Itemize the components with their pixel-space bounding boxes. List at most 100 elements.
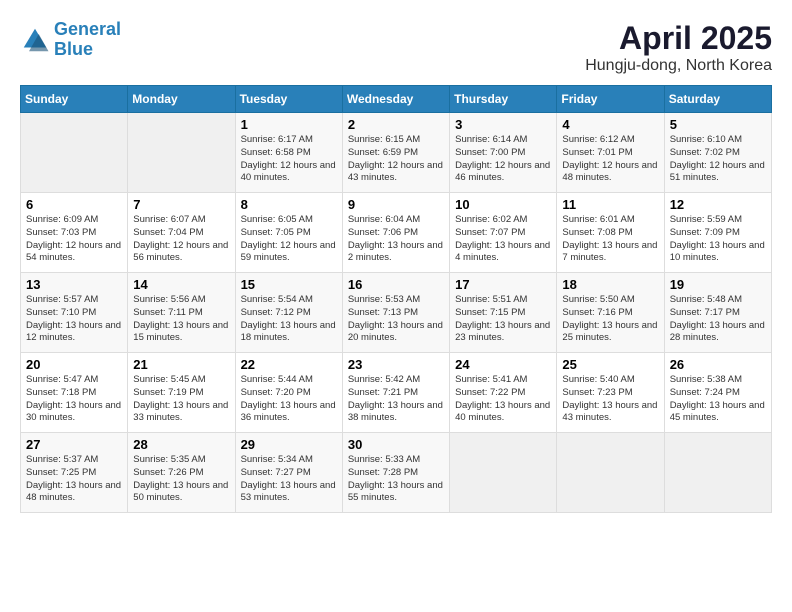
logo-line2: Blue [54,39,93,59]
day-info: Sunrise: 5:47 AMSunset: 7:18 PMDaylight:… [26,374,122,425]
day-info: Sunrise: 5:34 AMSunset: 7:27 PMDaylight:… [241,454,337,505]
calendar-cell: 26Sunrise: 5:38 AMSunset: 7:24 PMDayligh… [664,353,771,433]
calendar-header-row: SundayMondayTuesdayWednesdayThursdayFrid… [21,86,772,113]
day-number: 14 [133,277,229,292]
calendar-cell: 23Sunrise: 5:42 AMSunset: 7:21 PMDayligh… [342,353,449,433]
day-info: Sunrise: 5:56 AMSunset: 7:11 PMDaylight:… [133,294,229,345]
calendar-cell: 9 Sunrise: 6:04 AMSunset: 7:06 PMDaylight… [342,193,449,273]
calendar-week-row: 13 Sunrise: 5:57 AMSunset: 7:10 PMDayligh… [21,273,772,353]
day-info: Sunrise: 6:09 AMSunset: 7:03 PMDaylight:… [26,214,122,265]
day-info: Sunrise: 5:48 AMSunset: 7:17 PMDaylight:… [670,294,766,345]
day-info: Sunrise: 5:59 AMSunset: 7:09 PMDaylight:… [670,214,766,265]
day-number: 19 [670,277,766,292]
day-info: Sunrise: 5:33 AMSunset: 7:28 PMDaylight:… [348,454,444,505]
day-info: Sunrise: 6:07 AMSunset: 7:04 PMDaylight:… [133,214,229,265]
logo-line1: General [54,19,121,39]
day-number: 10 [455,197,551,212]
day-info: Sunrise: 5:45 AMSunset: 7:19 PMDaylight:… [133,374,229,425]
calendar-cell [128,113,235,193]
calendar-cell [664,433,771,513]
calendar-cell: 6 Sunrise: 6:09 AMSunset: 7:03 PMDaylight… [21,193,128,273]
day-info: Sunrise: 6:14 AMSunset: 7:00 PMDaylight:… [455,134,551,185]
calendar-cell: 5 Sunrise: 6:10 AMSunset: 7:02 PMDaylight… [664,113,771,193]
day-number: 8 [241,197,337,212]
day-number: 1 [241,117,337,132]
day-info: Sunrise: 6:04 AMSunset: 7:06 PMDaylight:… [348,214,444,265]
day-number: 5 [670,117,766,132]
calendar-table: SundayMondayTuesdayWednesdayThursdayFrid… [20,85,772,513]
calendar-week-row: 20 Sunrise: 5:47 AMSunset: 7:18 PMDayligh… [21,353,772,433]
page-header: General Blue April 2025 Hungju-dong, Nor… [20,20,772,75]
day-number: 29 [241,437,337,452]
calendar-cell: 13 Sunrise: 5:57 AMSunset: 7:10 PMDayligh… [21,273,128,353]
weekday-header: Thursday [450,86,557,113]
day-info: Sunrise: 6:12 AMSunset: 7:01 PMDaylight:… [562,134,658,185]
calendar-cell: 16Sunrise: 5:53 AMSunset: 7:13 PMDayligh… [342,273,449,353]
day-number: 15 [241,277,337,292]
day-number: 26 [670,357,766,372]
day-info: Sunrise: 5:50 AMSunset: 7:16 PMDaylight:… [562,294,658,345]
weekday-header: Monday [128,86,235,113]
calendar-cell: 18 Sunrise: 5:50 AMSunset: 7:16 PMDayligh… [557,273,664,353]
calendar-cell: 7 Sunrise: 6:07 AMSunset: 7:04 PMDaylight… [128,193,235,273]
calendar-cell: 17 Sunrise: 5:51 AMSunset: 7:15 PMDayligh… [450,273,557,353]
calendar-cell: 10 Sunrise: 6:02 AMSunset: 7:07 PMDayligh… [450,193,557,273]
day-number: 28 [133,437,229,452]
calendar-cell: 28 Sunrise: 5:35 AMSunset: 7:26 PMDayligh… [128,433,235,513]
weekday-header: Friday [557,86,664,113]
calendar-cell: 30 Sunrise: 5:33 AMSunset: 7:28 PMDayligh… [342,433,449,513]
day-info: Sunrise: 5:35 AMSunset: 7:26 PMDaylight:… [133,454,229,505]
day-info: Sunrise: 5:51 AMSunset: 7:15 PMDaylight:… [455,294,551,345]
day-number: 21 [133,357,229,372]
day-info: Sunrise: 6:17 AMSunset: 6:58 PMDaylight:… [241,134,337,185]
day-info: Sunrise: 6:02 AMSunset: 7:07 PMDaylight:… [455,214,551,265]
day-info: Sunrise: 6:15 AMSunset: 6:59 PMDaylight:… [348,134,444,185]
day-number: 18 [562,277,658,292]
calendar-cell: 14 Sunrise: 5:56 AMSunset: 7:11 PMDayligh… [128,273,235,353]
day-info: Sunrise: 5:37 AMSunset: 7:25 PMDaylight:… [26,454,122,505]
calendar-cell: 1 Sunrise: 6:17 AMSunset: 6:58 PMDaylight… [235,113,342,193]
day-info: Sunrise: 5:57 AMSunset: 7:10 PMDaylight:… [26,294,122,345]
day-number: 2 [348,117,444,132]
day-number: 30 [348,437,444,452]
day-number: 13 [26,277,122,292]
calendar-cell: 8Sunrise: 6:05 AMSunset: 7:05 PMDaylight… [235,193,342,273]
calendar-cell: 27 Sunrise: 5:37 AMSunset: 7:25 PMDayligh… [21,433,128,513]
calendar-cell: 3Sunrise: 6:14 AMSunset: 7:00 PMDaylight… [450,113,557,193]
day-number: 23 [348,357,444,372]
day-number: 7 [133,197,229,212]
calendar-week-row: 6 Sunrise: 6:09 AMSunset: 7:03 PMDaylight… [21,193,772,273]
calendar-cell: 29 Sunrise: 5:34 AMSunset: 7:27 PMDayligh… [235,433,342,513]
day-number: 22 [241,357,337,372]
calendar-cell: 4Sunrise: 6:12 AMSunset: 7:01 PMDaylight… [557,113,664,193]
title-block: April 2025 Hungju-dong, North Korea [585,20,772,75]
day-number: 6 [26,197,122,212]
day-info: Sunrise: 5:53 AMSunset: 7:13 PMDaylight:… [348,294,444,345]
weekday-header: Sunday [21,86,128,113]
day-number: 27 [26,437,122,452]
day-number: 25 [562,357,658,372]
day-info: Sunrise: 5:40 AMSunset: 7:23 PMDaylight:… [562,374,658,425]
day-info: Sunrise: 6:01 AMSunset: 7:08 PMDaylight:… [562,214,658,265]
calendar-cell: 21 Sunrise: 5:45 AMSunset: 7:19 PMDayligh… [128,353,235,433]
calendar-cell [21,113,128,193]
day-number: 11 [562,197,658,212]
logo-icon [20,25,50,55]
calendar-week-row: 1 Sunrise: 6:17 AMSunset: 6:58 PMDaylight… [21,113,772,193]
day-number: 20 [26,357,122,372]
day-number: 9 [348,197,444,212]
calendar-cell: 25 Sunrise: 5:40 AMSunset: 7:23 PMDayligh… [557,353,664,433]
calendar-week-row: 27 Sunrise: 5:37 AMSunset: 7:25 PMDayligh… [21,433,772,513]
calendar-cell: 12 Sunrise: 5:59 AMSunset: 7:09 PMDayligh… [664,193,771,273]
day-number: 17 [455,277,551,292]
day-number: 12 [670,197,766,212]
day-info: Sunrise: 5:54 AMSunset: 7:12 PMDaylight:… [241,294,337,345]
calendar-cell: 19 Sunrise: 5:48 AMSunset: 7:17 PMDayligh… [664,273,771,353]
calendar-cell: 24Sunrise: 5:41 AMSunset: 7:22 PMDayligh… [450,353,557,433]
day-info: Sunrise: 6:10 AMSunset: 7:02 PMDaylight:… [670,134,766,185]
weekday-header: Wednesday [342,86,449,113]
calendar-cell: 15 Sunrise: 5:54 AMSunset: 7:12 PMDayligh… [235,273,342,353]
weekday-header: Tuesday [235,86,342,113]
calendar-cell [450,433,557,513]
day-info: Sunrise: 5:41 AMSunset: 7:22 PMDaylight:… [455,374,551,425]
